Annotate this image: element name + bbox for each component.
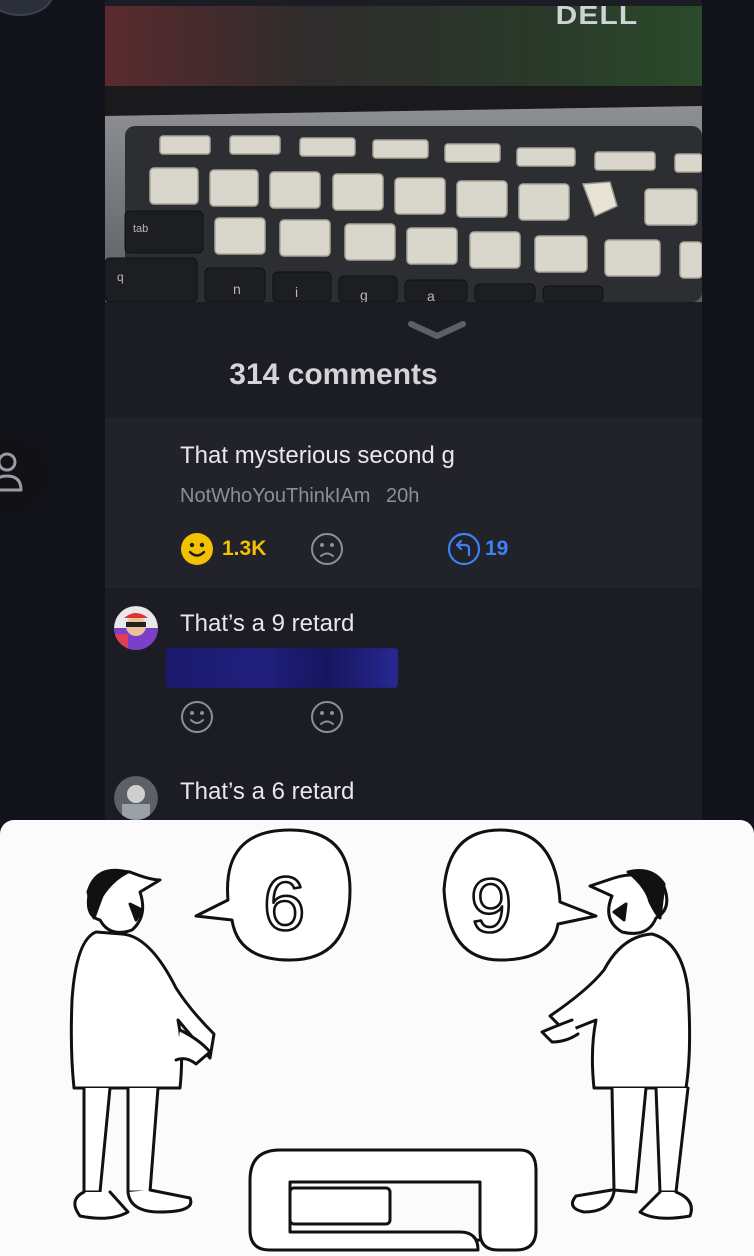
smile-icon — [181, 533, 213, 565]
speech-bubble-six: 6 — [263, 862, 305, 947]
smile-icon[interactable] — [180, 700, 214, 734]
comment-count: 314 comments — [229, 358, 438, 391]
comment-author[interactable]: NotWhoYouThinkIAm — [180, 485, 370, 507]
key-label-tab: tab — [133, 223, 148, 235]
key-label-q: q — [117, 270, 124, 284]
key-label-i: i — [295, 284, 298, 300]
comment-text: That mysterious second g — [180, 442, 455, 469]
redacted-meta — [166, 648, 398, 688]
frown-icon[interactable] — [310, 532, 344, 566]
post-image[interactable]: tab q n i g a DELL — [105, 6, 702, 302]
avatar[interactable] — [114, 776, 158, 820]
comment-text: That’s a 6 retard — [180, 778, 355, 805]
user-icon — [0, 452, 23, 492]
like-count: 1.3K — [222, 537, 267, 560]
key-label-g: g — [360, 287, 368, 302]
key-label-n: n — [233, 281, 241, 297]
avatar[interactable] — [114, 606, 158, 650]
cartoon-image[interactable]: 6 9 — [0, 820, 754, 1256]
key-label-a: a — [427, 288, 435, 302]
comment-text: That’s a 9 retard — [180, 610, 355, 637]
chevron-down-icon[interactable] — [407, 318, 467, 342]
laptop-brand-logo: DELL — [555, 6, 639, 30]
speech-bubble-nine: 9 — [470, 864, 512, 949]
reply-count: 19 — [485, 537, 509, 560]
frown-icon[interactable] — [310, 700, 344, 734]
comment-meta: NotWhoYouThinkIAm 20h — [180, 485, 419, 508]
post-column: tab q n i g a DELL — [105, 0, 702, 820]
like-button[interactable]: 1.3K — [180, 532, 266, 566]
reply-icon — [447, 532, 481, 566]
comment-time: 20h — [386, 485, 420, 507]
reply-button[interactable]: 19 — [447, 532, 508, 566]
